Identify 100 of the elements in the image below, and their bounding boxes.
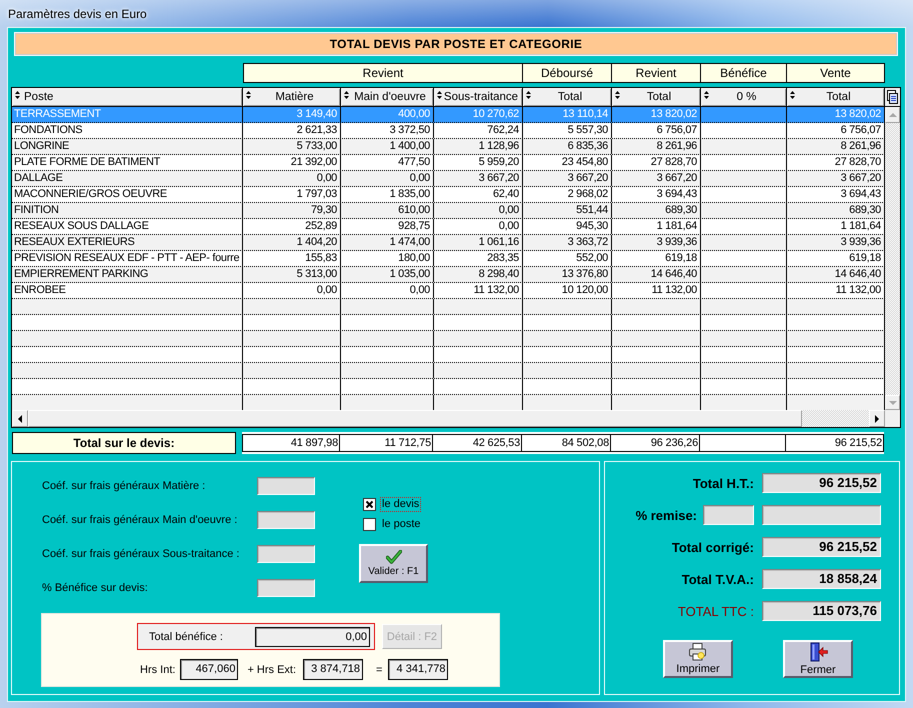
equals-sign: = xyxy=(376,664,382,676)
input-field[interactable] xyxy=(257,579,315,597)
table-cell: 3 149,40 xyxy=(243,107,341,122)
sort-icon xyxy=(15,91,20,99)
close-button[interactable]: Fermer xyxy=(783,640,853,678)
table-cell: 1 474,00 xyxy=(341,235,434,250)
scroll-right-button[interactable] xyxy=(869,410,885,427)
table-row[interactable]: PREVISION RESEAUX EDF - PTT - AEP- fourre 155,83 180,00 283,35 552,00 619,18 619,18 xyxy=(12,251,885,267)
table-row[interactable]: EMPIERREMENT PARKING 5 313,00 1 035,00 8 298,40 13 376,80 14 646,40 14 646,40 xyxy=(12,267,885,283)
hours-field: 467,060 xyxy=(180,659,238,680)
column-header[interactable]: Total xyxy=(523,88,612,106)
table-cell: PLATE FORME DE BATIMENT xyxy=(12,155,243,170)
column-header[interactable]: Main d'oeuvre xyxy=(341,88,434,106)
total-label: Total sur le devis: xyxy=(12,432,236,454)
summary-label: Total H.T.: xyxy=(692,476,754,490)
table-row[interactable]: DALLAGE 0,00 0,00 3 667,20 3 667,20 3 667,20 3 667,20 xyxy=(12,171,885,187)
column-header[interactable]: 0 % xyxy=(701,88,787,106)
field-label: Total bénéfice : xyxy=(149,630,223,642)
checkbox-label[interactable]: le devis xyxy=(380,497,422,512)
table-cell: 1 400,00 xyxy=(341,139,434,154)
table-cell: 5 313,00 xyxy=(243,267,341,282)
summary-value-field: 18 858,24 xyxy=(762,569,881,589)
total-cell: 42 625,53 xyxy=(433,434,522,452)
total-cell: 84 502,08 xyxy=(522,434,611,452)
caret-up-icon xyxy=(888,112,896,118)
checkbox[interactable] xyxy=(363,518,376,531)
table-cell: 0,00 xyxy=(341,171,434,186)
input-field[interactable] xyxy=(257,545,315,563)
table-cell: 14 646,40 xyxy=(612,267,701,282)
table-cell: 945,30 xyxy=(523,219,612,234)
table-cell: PREVISION RESEAUX EDF - PTT - AEP- fourre xyxy=(12,251,243,266)
table-cell: 252,89 xyxy=(243,219,341,234)
table-cell: 0,00 xyxy=(434,219,523,234)
table-cell: 3 667,20 xyxy=(434,171,523,186)
table-cell: 21 392,00 xyxy=(243,155,341,170)
checkbox-label[interactable]: le poste xyxy=(380,517,423,532)
table-row[interactable]: LONGRINE 5 733,00 1 400,00 1 128,96 6 835,36 8 261,96 8 261,96 xyxy=(12,139,885,155)
hours-field: 3 874,718 xyxy=(303,659,364,680)
scrollbar-corner xyxy=(885,410,900,427)
table-cell: 3 694,43 xyxy=(612,187,701,202)
table-cell: 3 372,50 xyxy=(341,123,434,138)
table-cell: 551,44 xyxy=(523,203,612,218)
table-cell: DALLAGE xyxy=(12,171,243,186)
table-cell: TERRASSEMENT xyxy=(12,107,243,122)
table-cell: 1 035,00 xyxy=(341,267,434,282)
list-icon xyxy=(887,90,898,104)
discount-amount-field[interactable] xyxy=(762,505,881,525)
table-cell: 1 404,20 xyxy=(243,235,341,250)
exit-door-icon xyxy=(808,642,828,662)
column-header[interactable]: Total xyxy=(787,88,885,106)
grand-total-label: TOTAL TTC : xyxy=(678,604,754,618)
table-row[interactable]: RESEAUX SOUS DALLAGE 252,89 928,75 0,00 945,30 1 181,64 1 181,64 xyxy=(12,219,885,235)
table-row[interactable]: MACONNERIE/GROS OEUVRE 1 797,03 1 835,00 62,40 2 968,02 3 694,43 3 694,43 xyxy=(12,187,885,203)
column-header[interactable]: Total xyxy=(612,88,701,106)
column-chooser-button[interactable] xyxy=(885,88,900,106)
total-cell: 41 897,98 xyxy=(242,434,340,452)
column-header[interactable]: Poste xyxy=(12,88,243,106)
table-cell: 13 376,80 xyxy=(523,267,612,282)
table-row[interactable]: FINITION 79,30 610,00 0,00 551,44 689,30 689,30 xyxy=(12,203,885,219)
input-field[interactable] xyxy=(257,511,315,529)
table-cell: 1 061,16 xyxy=(434,235,523,250)
scrollbar-thumb[interactable] xyxy=(28,410,802,427)
field-label: + Hrs Ext: xyxy=(247,664,296,676)
column-header[interactable]: Sous-traitance xyxy=(434,88,523,106)
table-row[interactable]: FONDATIONS 2 621,33 3 372,50 762,24 5 557,30 6 756,07 6 756,07 xyxy=(12,123,885,139)
sort-icon xyxy=(704,91,709,99)
summary-value-field: 96 215,52 xyxy=(762,473,881,493)
checkbox[interactable] xyxy=(363,498,376,511)
table-cell: 3 667,20 xyxy=(612,171,701,186)
table-cell: 400,00 xyxy=(341,107,434,122)
sort-icon xyxy=(790,91,795,99)
sort-icon xyxy=(246,91,251,99)
field-label: Hrs Int: xyxy=(140,664,176,676)
table-row[interactable]: RESEAUX EXTERIEURS 1 404,20 1 474,00 1 061,16 3 363,72 3 939,36 3 939,36 xyxy=(12,235,885,251)
table-cell: 2 968,02 xyxy=(523,187,612,202)
total-cell: 96 215,52 xyxy=(786,434,884,452)
table-cell: MACONNERIE/GROS OEUVRE xyxy=(12,187,243,202)
window-title: Paramètres devis en Euro xyxy=(8,6,147,20)
table-cell: 0,00 xyxy=(341,283,434,298)
table-cell: 1 835,00 xyxy=(341,187,434,202)
table-cell: RESEAUX SOUS DALLAGE xyxy=(12,219,243,234)
table-row[interactable]: ENROBEE 0,00 0,00 11 132,00 10 120,00 11 132,00 11 132,00 xyxy=(12,283,885,299)
column-header[interactable]: Matière xyxy=(243,88,341,106)
table-cell: 180,00 xyxy=(341,251,434,266)
table-cell: 23 454,80 xyxy=(523,155,612,170)
summary-label: % remise: xyxy=(636,508,697,522)
table-row[interactable]: PLATE FORME DE BATIMENT 21 392,00 477,50 5 959,20 23 454,80 27 828,70 27 828,70 xyxy=(12,155,885,171)
table-cell: 3 939,36 xyxy=(612,235,701,250)
field-label: Coéf. sur frais généraux Main d'oeuvre : xyxy=(42,514,238,526)
caret-down-icon xyxy=(888,400,896,406)
scroll-left-button[interactable] xyxy=(12,410,28,427)
print-button[interactable]: Imprimer xyxy=(663,640,733,678)
table-cell: EMPIERREMENT PARKING xyxy=(12,267,243,282)
validate-button[interactable]: Valider : F1 xyxy=(359,544,428,583)
table-cell: 6 756,07 xyxy=(612,123,701,138)
table-cell: 3 363,72 xyxy=(523,235,612,250)
table-cell: 1 181,64 xyxy=(612,219,701,234)
input-field[interactable] xyxy=(257,477,315,495)
discount-percent-field[interactable] xyxy=(703,505,754,525)
hours-total-field: 4 341,778 xyxy=(388,659,448,680)
